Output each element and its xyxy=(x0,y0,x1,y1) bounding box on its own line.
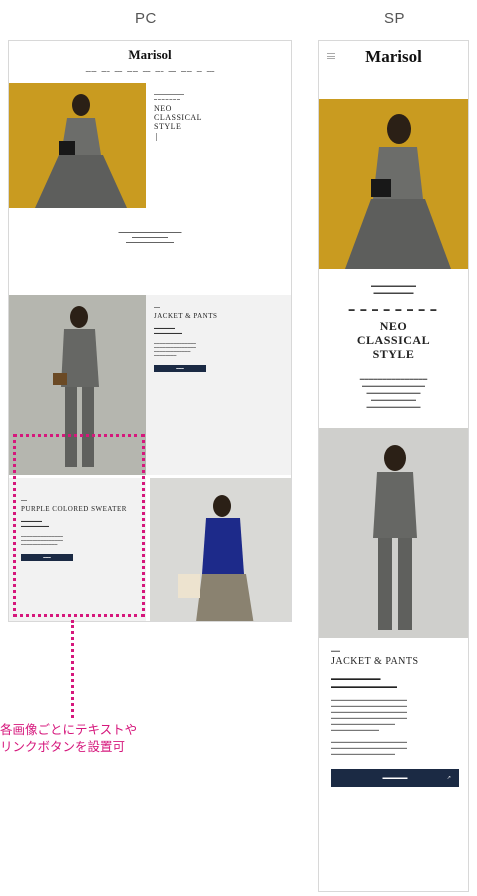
pc-jacket-series: ▬▬ xyxy=(154,305,160,309)
annotation-text: 各画像ごとにテキストや リンクボタンを設置可 xyxy=(0,723,138,754)
sp-logo[interactable]: Marisol xyxy=(319,41,468,67)
pc-jacket-body: ▬▬▬▬▬▬▬▬▬▬▬▬▬▬▬ ▬▬▬▬▬▬▬▬▬▬▬▬▬▬▬ ▬▬▬▬▬▬▬▬▬▬… xyxy=(154,340,196,357)
sp-jacket-title: JACKET & PANTS xyxy=(331,656,419,667)
pc-hero-image xyxy=(9,83,146,208)
sp-hero-lead: ▬▬▬▬▬▬▬▬▬ ▬▬▬▬▬▬▬▬ xyxy=(371,283,416,296)
sp-header: Marisol xyxy=(319,41,468,74)
pc-hero-text: ▬▬▬▬▬▬▬▬▬▬ ▬ ▬ ▬ ▬ ▬ ▬ ▬ NEO CLASSICAL S… xyxy=(146,83,291,208)
sp-hero-image xyxy=(319,99,468,269)
pc-sweater-image xyxy=(150,478,291,621)
sp-jacket-link-button[interactable]: ▬▬▬▬▬ xyxy=(331,769,459,787)
pc-jacket-title: JACKET & PANTS xyxy=(154,311,218,320)
sp-jacket-series: ▬▬ xyxy=(331,648,340,653)
sp-jacket-text: ▬▬ JACKET & PANTS ▬▬▬▬▬▬▬▬▬ ▬▬▬▬▬▬▬▬▬▬▬▬ … xyxy=(319,638,468,797)
sp-logo-sub xyxy=(319,67,468,71)
sp-hero-text: ▬▬▬▬▬▬▬▬▬ ▬▬▬▬▬▬▬▬ ▬ ▬ ▬ ▬ ▬ ▬ ▬ ▬ NEO CL… xyxy=(319,269,468,410)
sp-jacket-body: ▬▬▬▬▬▬▬▬▬▬▬▬▬▬▬▬▬▬▬ ▬▬▬▬▬▬▬▬▬▬▬▬▬▬▬▬▬▬▬ ▬▬… xyxy=(331,697,407,732)
sp-hero-desc: ▬▬▬▬▬▬▬▬▬▬▬▬▬▬▬ ▬▬▬▬▬▬▬▬▬▬▬▬▬▬ ▬▬▬▬▬▬▬▬▬… xyxy=(359,376,428,409)
pc-jacket-text: ▬▬ JACKET & PANTS ▬▬▬▬▬▬ ▬▬▬▬▬▬▬▬ ▬▬▬▬▬▬▬… xyxy=(146,295,291,475)
pc-jacket-lead: ▬▬▬▬▬▬ ▬▬▬▬▬▬▬▬ xyxy=(154,325,182,335)
pc-header: Marisol ▬▬ ▬▬ ▬▬ ▬ ▬▬▬ ▬▬ ▬▬ ▬▬▬ ▬▬ ▬ ▬▬▬ ▬▬ ▬▬… xyxy=(9,41,291,81)
pc-hero: ▬▬▬▬▬▬▬▬▬▬ ▬ ▬ ▬ ▬ ▬ ▬ ▬ NEO CLASSICAL S… xyxy=(9,83,291,208)
pc-scroll-line xyxy=(156,133,157,141)
sp-hero-title: NEO CLASSICAL STYLE xyxy=(356,319,431,361)
pc-logo-sub xyxy=(9,63,291,67)
highlight-connector xyxy=(71,620,74,718)
highlight-box xyxy=(13,434,145,617)
pc-hero-kana: ▬ ▬ ▬ ▬ ▬ ▬ ▬ xyxy=(154,96,181,101)
pc-jacket-link-button[interactable]: ▬▬▬ xyxy=(154,364,206,372)
sp-column-label: SP xyxy=(384,10,406,27)
sp-jacket-lead: ▬▬▬▬▬▬▬▬▬ ▬▬▬▬▬▬▬▬▬▬▬▬ xyxy=(331,676,397,690)
pc-hero-title: NEO CLASSICAL STYLE xyxy=(154,104,203,131)
sp-jacket-image xyxy=(319,428,468,638)
menu-icon[interactable] xyxy=(327,53,335,59)
sp-layout-mock: Marisol ▬▬▬▬▬▬▬▬▬ ▬▬▬▬▬▬▬▬ ▬ ▬ ▬ ▬ ▬ ▬ ▬ … xyxy=(318,40,469,892)
pc-column-label: PC xyxy=(135,10,157,27)
pc-nav: ▬▬ ▬▬ ▬▬ ▬ ▬▬▬ ▬▬ ▬▬ ▬▬▬ ▬▬ ▬ ▬▬▬ ▬▬ ▬▬ ▬▬ ▬▬▬ xyxy=(85,70,215,73)
pc-logo[interactable]: Marisol xyxy=(9,41,291,63)
sp-hero-kana: ▬ ▬ ▬ ▬ ▬ ▬ ▬ ▬ xyxy=(348,307,439,313)
pc-intro-text: ▬▬▬▬▬▬▬▬▬▬▬▬▬▬▬▬▬▬▬▬▬ ▬▬▬▬▬▬▬▬▬▬▬▬ ▬▬▬▬▬… xyxy=(118,230,182,244)
sp-jacket-note: ▬▬▬▬▬▬▬▬▬▬▬▬▬▬▬▬▬▬▬ ▬▬▬▬▬▬▬▬▬▬▬▬▬▬▬▬▬▬▬ ▬▬… xyxy=(331,739,407,756)
